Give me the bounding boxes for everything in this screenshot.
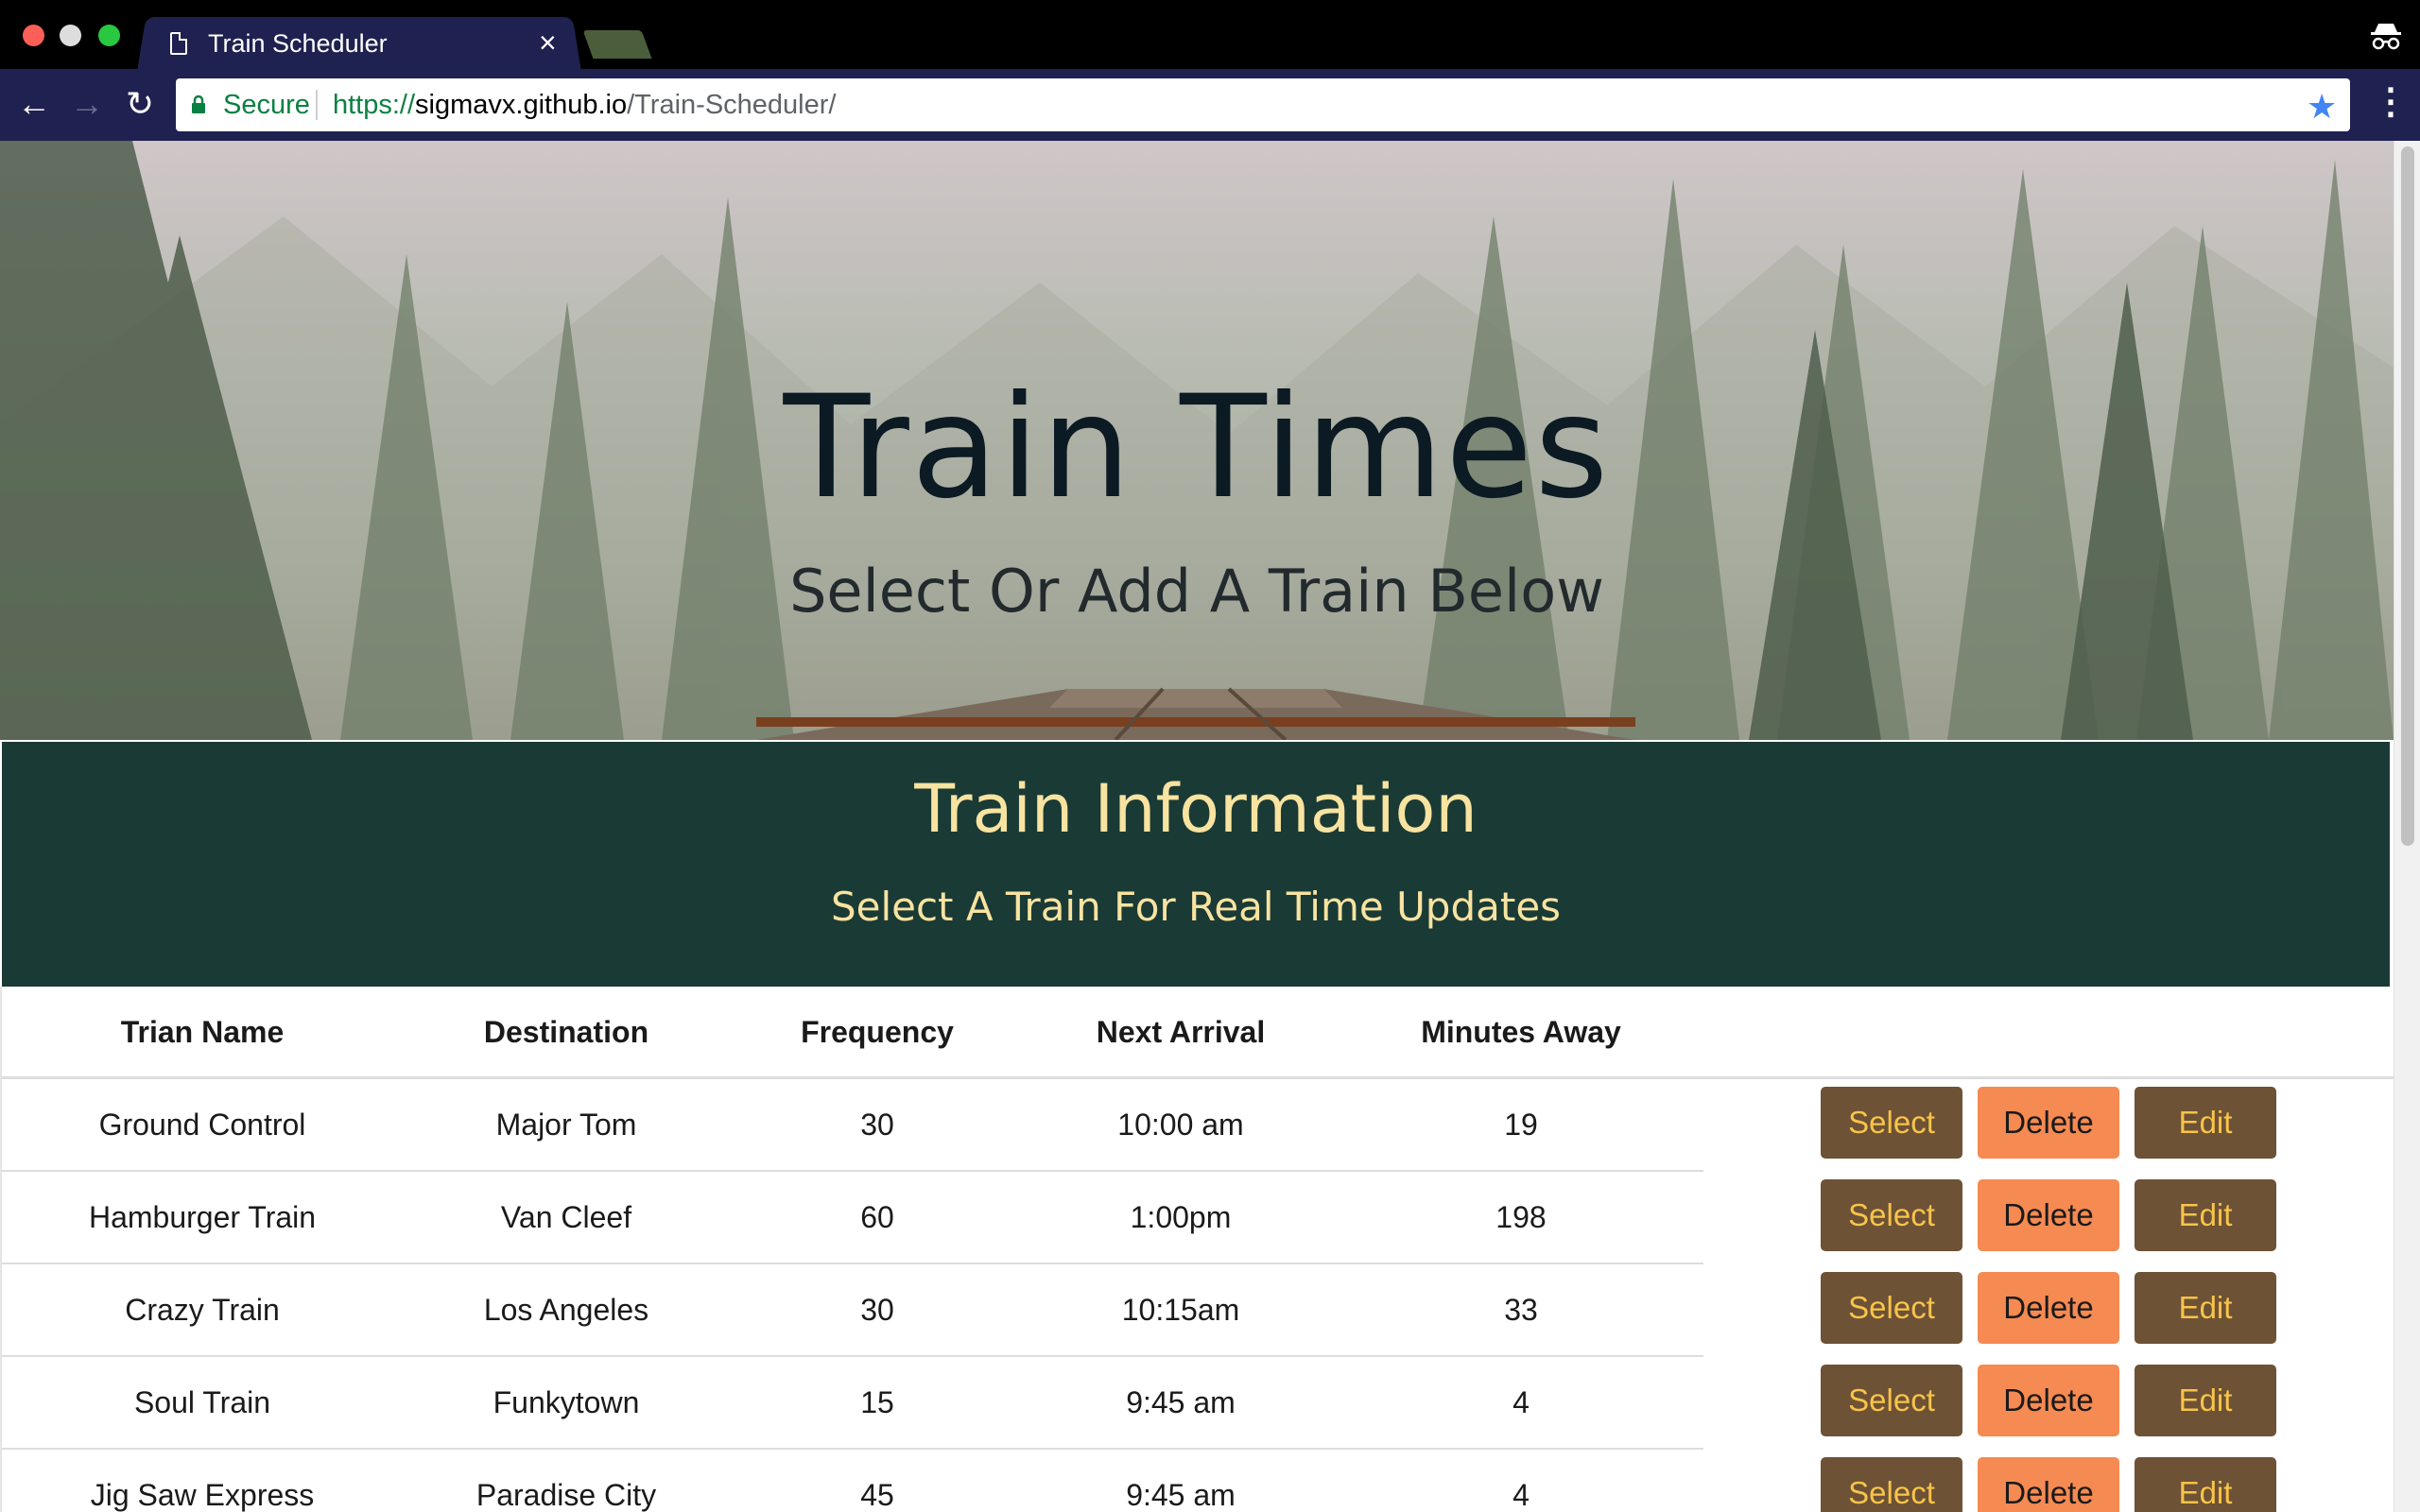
select-button[interactable]: Select (1821, 1272, 1962, 1344)
frequency-cell: 30 (860, 1108, 894, 1142)
incognito-icon (2371, 24, 2401, 50)
reload-button[interactable]: ↻ (119, 83, 161, 125)
url-host: sigmavx.github.io (415, 90, 628, 120)
train-name-cell: Hamburger Train (88, 1200, 317, 1234)
edit-button[interactable]: Edit (2135, 1365, 2276, 1436)
browser-menu-icon[interactable]: ⋮ (2373, 83, 2409, 125)
lock-icon (192, 94, 205, 113)
frequency-cell: 15 (860, 1385, 894, 1419)
frequency-cell: 45 (860, 1478, 894, 1512)
zoom-window-button[interactable] (98, 25, 120, 46)
vertical-scrollbar[interactable] (2394, 141, 2420, 1512)
tab-title: Train Scheduler (208, 29, 388, 58)
select-button[interactable]: Select (1821, 1457, 1962, 1512)
tab-close-icon[interactable]: × (539, 26, 557, 60)
minutes-away-cell: 4 (1512, 1385, 1530, 1419)
page-subtitle: Select Or Add A Train Below (789, 557, 1604, 626)
train-info-header: Train Information Select A Train For Rea… (2, 742, 2390, 987)
minutes-away-cell: 198 (1495, 1200, 1547, 1234)
destination-cell: Major Tom (495, 1108, 637, 1142)
url-scheme: https:// (333, 90, 416, 120)
new-tab-button[interactable] (582, 30, 652, 59)
column-header-train-name: Trian Name (120, 1015, 285, 1049)
next-arrival-cell: 10:15am (1121, 1293, 1240, 1327)
frequency-cell: 30 (860, 1293, 894, 1327)
close-window-button[interactable] (23, 25, 44, 46)
section-subtitle: Select A Train For Real Time Updates (830, 884, 1562, 930)
table-row[interactable]: Crazy Train Los Angeles 30 10:15am 33 Se… (2, 1264, 2394, 1357)
train-name-cell: Crazy Train (125, 1293, 280, 1327)
page-title: Train Times (783, 366, 1611, 530)
table-row[interactable]: Hamburger Train Van Cleef 60 1:00pm 198 … (2, 1172, 2394, 1264)
train-name-cell: Soul Train (133, 1385, 271, 1419)
hero-banner: Train Times Select Or Add A Train Below (0, 141, 2394, 740)
edit-button[interactable]: Edit (2135, 1179, 2276, 1251)
scrollbar-thumb[interactable] (2401, 146, 2414, 846)
frequency-cell: 60 (860, 1200, 894, 1234)
delete-button[interactable]: Delete (1978, 1087, 2119, 1159)
document-icon (170, 32, 187, 55)
minutes-away-cell: 33 (1504, 1293, 1538, 1327)
secure-label: Secure (223, 90, 310, 120)
address-divider (316, 90, 318, 120)
browser-tab[interactable]: Train Scheduler × (142, 16, 577, 69)
bookmark-star-icon[interactable]: ★ (2307, 87, 2337, 127)
url-text[interactable]: https://sigmavx.github.io/Train-Schedule… (333, 90, 836, 121)
table-row[interactable]: Soul Train Funkytown 15 9:45 am 4 Select… (2, 1357, 2394, 1450)
column-header-destination: Destination (483, 1015, 649, 1049)
minutes-away-cell: 4 (1512, 1478, 1530, 1512)
train-table: Trian Name Destination Frequency Next Ar… (0, 987, 2394, 1512)
table-row[interactable]: Ground Control Major Tom 30 10:00 am 19 … (2, 1079, 2394, 1172)
forward-button[interactable]: → (66, 83, 108, 125)
next-arrival-cell: 1:00pm (1130, 1200, 1232, 1234)
address-bar[interactable]: Secure https://sigmavx.github.io/Train-S… (176, 78, 2350, 131)
table-header: Trian Name Destination Frequency Next Ar… (2, 987, 2394, 1079)
destination-cell: Paradise City (475, 1478, 657, 1512)
delete-button[interactable]: Delete (1978, 1179, 2119, 1251)
window-titlebar: Train Scheduler × (0, 0, 2420, 70)
destination-cell: Los Angeles (483, 1293, 649, 1327)
minimize-window-button[interactable] (60, 25, 81, 46)
delete-button[interactable]: Delete (1978, 1272, 2119, 1344)
train-name-cell: Ground Control (98, 1108, 306, 1142)
minutes-away-cell: 19 (1504, 1108, 1538, 1142)
next-arrival-cell: 9:45 am (1126, 1385, 1236, 1419)
edit-button[interactable]: Edit (2135, 1087, 2276, 1159)
edit-button[interactable]: Edit (2135, 1272, 2276, 1344)
page-viewport: Train Times Select Or Add A Train Below … (0, 141, 2394, 1512)
delete-button[interactable]: Delete (1978, 1457, 2119, 1512)
column-header-frequency: Frequency (801, 1015, 954, 1049)
delete-button[interactable]: Delete (1978, 1365, 2119, 1436)
section-title: Train Information (914, 770, 1478, 848)
destination-cell: Van Cleef (500, 1200, 632, 1234)
column-header-next-arrival: Next Arrival (1096, 1015, 1266, 1049)
next-arrival-cell: 10:00 am (1117, 1108, 1244, 1142)
select-button[interactable]: Select (1821, 1179, 1962, 1251)
url-path: /Train-Scheduler/ (627, 90, 837, 120)
select-button[interactable]: Select (1821, 1087, 1962, 1159)
column-header-minutes-away: Minutes Away (1421, 1015, 1621, 1049)
table-row[interactable]: Jig Saw Express Paradise City 45 9:45 am… (2, 1450, 2394, 1512)
destination-cell: Funkytown (493, 1385, 640, 1419)
select-button[interactable]: Select (1821, 1365, 1962, 1436)
back-button[interactable]: ← (13, 83, 55, 125)
next-arrival-cell: 9:45 am (1126, 1478, 1236, 1512)
edit-button[interactable]: Edit (2135, 1457, 2276, 1512)
train-name-cell: Jig Saw Express (90, 1478, 315, 1512)
